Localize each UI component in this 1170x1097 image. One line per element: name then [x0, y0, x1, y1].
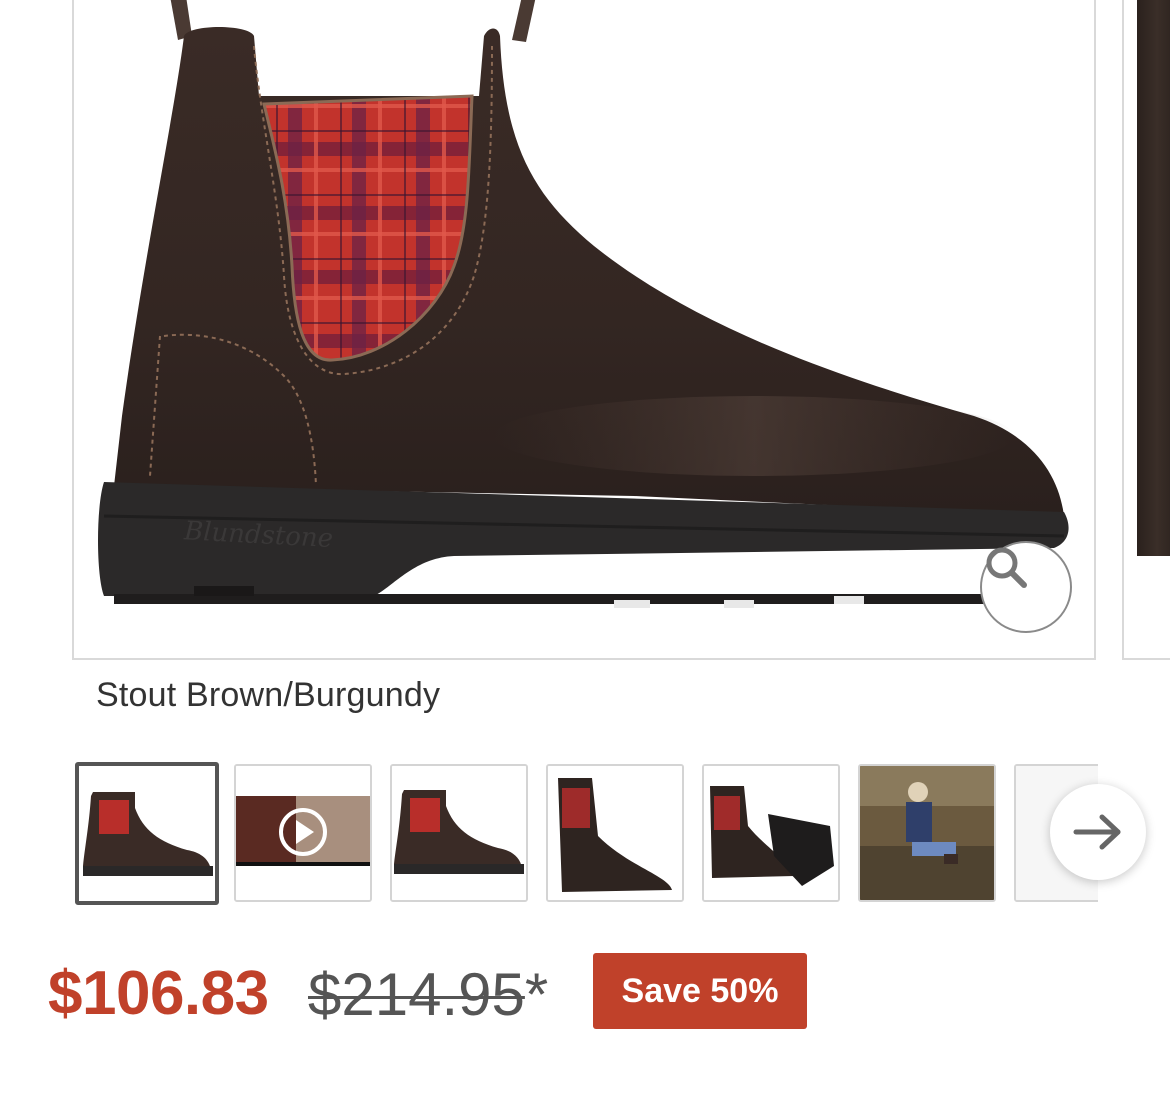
original-price-asterisk: *: [524, 961, 549, 1028]
arrow-right-icon: [1073, 814, 1121, 850]
thumbnail-5[interactable]: [702, 764, 840, 902]
original-price: $214.95*: [308, 960, 548, 1029]
thumbnail-4[interactable]: [546, 764, 684, 902]
video-thumbnail-icon: [236, 766, 370, 900]
thumbnail-video[interactable]: [234, 764, 372, 902]
next-thumbnails-button[interactable]: [1050, 784, 1146, 880]
original-price-amount: $214.95: [308, 961, 525, 1028]
boot-thumbnail-icon: [392, 766, 526, 900]
variant-name: Stout Brown/Burgundy: [96, 676, 441, 714]
thumbnail-lifestyle[interactable]: [858, 764, 996, 902]
zoom-button[interactable]: [980, 541, 1072, 633]
thumbnail-strip: [75, 762, 1098, 906]
magnifier-icon: [986, 547, 1027, 588]
thumbnail-1[interactable]: [75, 762, 219, 905]
boot-angled-thumbnail-icon: [548, 766, 682, 900]
thumbnail-3[interactable]: [390, 764, 528, 902]
save-badge: Save 50%: [593, 953, 807, 1029]
boot-image: Blundstone: [98, 0, 1069, 608]
boot-thumbnail-icon: [79, 766, 215, 901]
main-product-image[interactable]: Blundstone: [72, 0, 1096, 660]
boot-pair-thumbnail-icon: [704, 766, 838, 900]
lifestyle-photo-icon: [860, 766, 994, 900]
sale-price: $106.83: [48, 959, 269, 1028]
next-slide-image: [1137, 0, 1170, 556]
